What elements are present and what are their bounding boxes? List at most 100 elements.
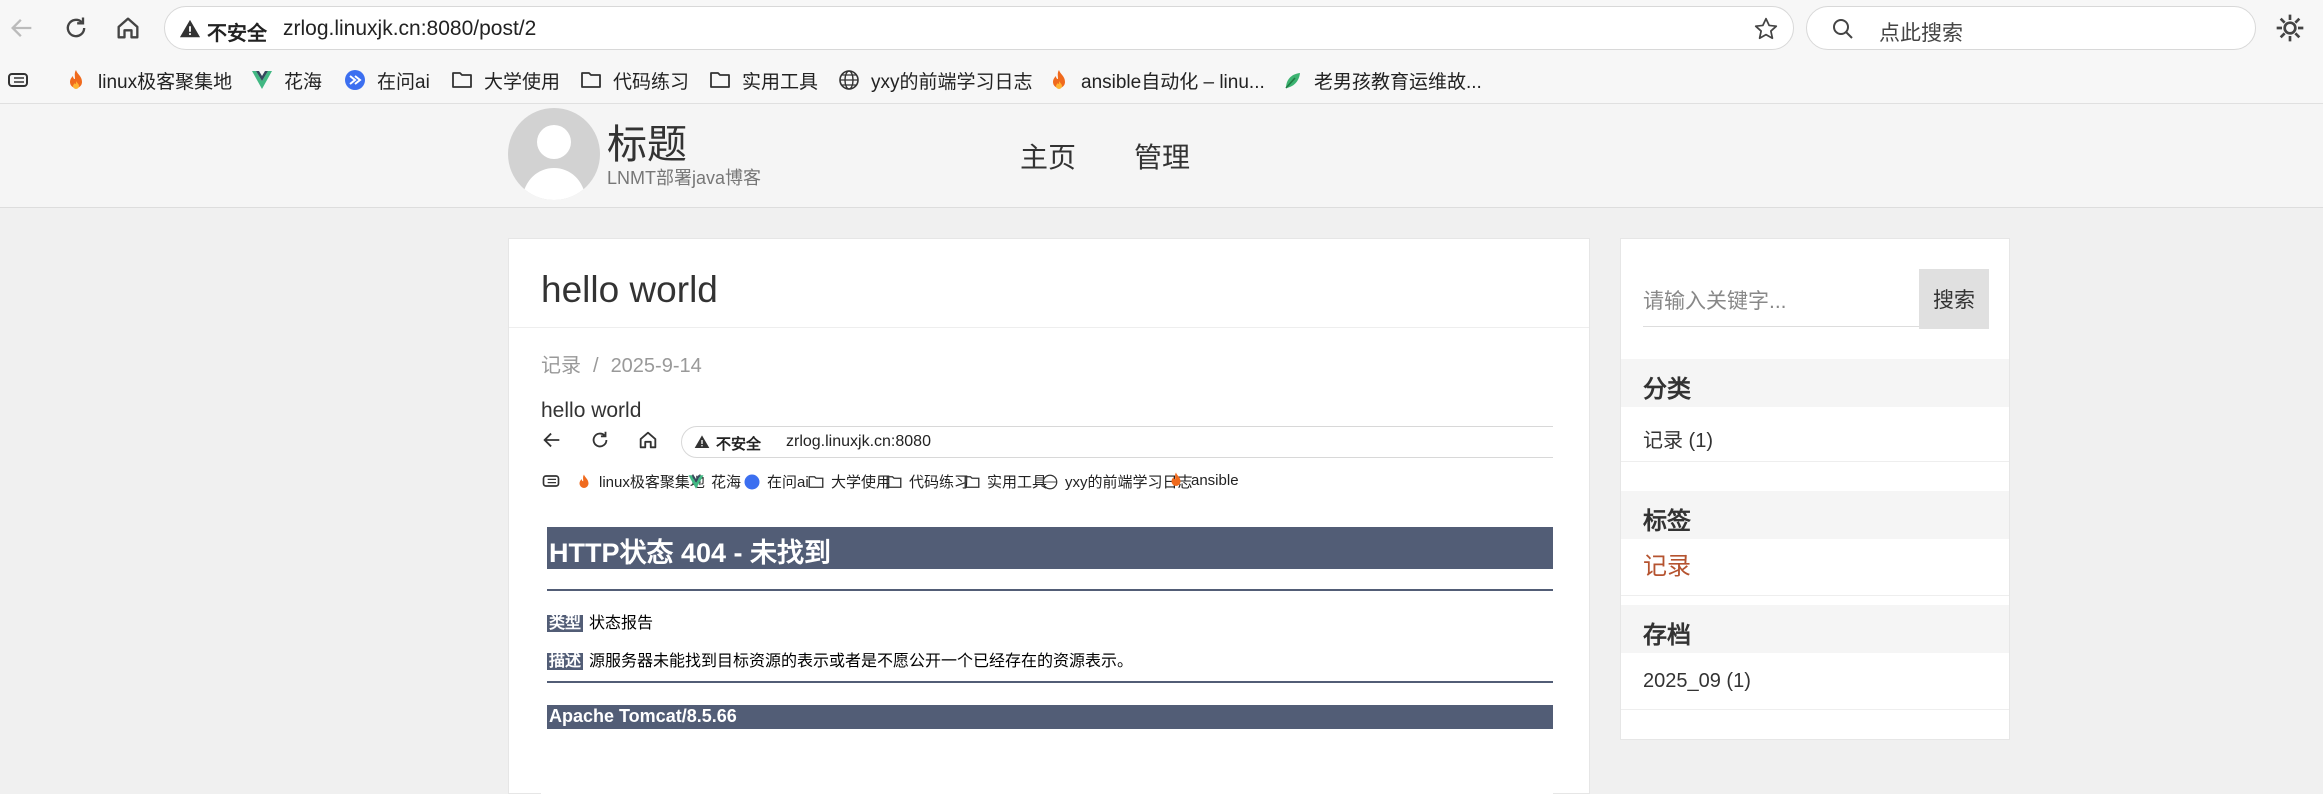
error-type-value: 状态报告	[589, 615, 654, 632]
bookmark-folder[interactable]: 大学使用	[450, 66, 560, 94]
reload-icon	[66, 17, 86, 38]
folder-icon	[452, 72, 472, 88]
extensions-gear-icon[interactable]	[2274, 12, 2306, 44]
warning-icon	[694, 435, 710, 448]
divider	[1621, 709, 2009, 710]
folder-icon	[964, 475, 980, 488]
screenshot-url: zrlog.linuxjk.cn:8080	[786, 433, 931, 450]
back-arrow-icon	[11, 19, 32, 37]
folder-icon	[581, 72, 601, 88]
vue-icon	[252, 71, 272, 89]
error-rule	[547, 589, 1553, 591]
post-meta: 记录 / 2025-9-14	[541, 349, 702, 378]
bookmark-label: ansible自动化 – linu...	[1081, 71, 1265, 93]
bookmark-item[interactable]: 花海	[250, 66, 322, 94]
flame-icon	[70, 70, 82, 89]
post-date: 2025-9-14	[610, 355, 702, 377]
bookmark-label: 大学使用	[484, 71, 561, 93]
site-header: 标题 LNMT部署java博客 主页 管理	[0, 104, 2323, 208]
post-category-link[interactable]: 记录	[541, 355, 581, 377]
categories-heading: 分类	[1621, 359, 2009, 407]
search-icon	[1833, 19, 1853, 39]
archive-heading: 存档	[1621, 605, 2009, 653]
divider	[1621, 461, 2009, 462]
bookmark-label: 花海	[284, 71, 323, 93]
screenshot-bookmark-label: 实用工具	[987, 474, 1048, 491]
tab-groups-icon	[542, 475, 560, 487]
error-type-line: 类型 状态报告	[547, 609, 653, 633]
browser-toolbar: 不安全 zrlog.linuxjk.cn:8080/post/2 点此搜索	[0, 0, 2323, 56]
bookmark-item[interactable]: ansible自动化 – linu...	[1047, 66, 1265, 94]
bookmark-item[interactable]: yxy的前端学习日志	[837, 66, 1033, 94]
screenshot-bookmark: 实用工具	[963, 471, 1047, 492]
server-version: Apache Tomcat/8.5.66	[547, 705, 1553, 729]
bookmark-item[interactable]: 在问ai	[343, 66, 430, 94]
bookmark-label: linux极客聚集地	[98, 71, 233, 93]
bookmark-item[interactable]: 老男孩教育运维故...	[1280, 66, 1482, 94]
warning-icon	[179, 19, 201, 38]
globe-icon	[839, 70, 859, 90]
tab-groups-icon	[8, 73, 28, 87]
screenshot-bookmark: 在问ai	[743, 471, 809, 492]
address-bar[interactable]: 不安全 zrlog.linuxjk.cn:8080/post/2	[164, 6, 1794, 50]
post-body-text: hello world	[541, 399, 642, 422]
folder-icon	[808, 475, 824, 488]
category-link[interactable]: 记录 (1)	[1643, 424, 1713, 453]
screenshot-bookmark-label: 花海	[711, 474, 742, 491]
archive-link[interactable]: 2025_09 (1)	[1643, 670, 1751, 693]
folder-icon	[886, 475, 902, 488]
bookmark-folder[interactable]: 实用工具	[708, 66, 818, 94]
error-desc-label: 描述	[547, 653, 584, 670]
bookmark-folder[interactable]: 代码练习	[579, 66, 689, 94]
screenshot-bookmark-label: 代码练习	[909, 474, 970, 491]
sidebar: 请输入关键字... 搜索 分类 记录 (1) 标签 记录 存档 2025_09 …	[1620, 238, 2010, 740]
bookmark-item[interactable]: linux极客聚集地	[64, 66, 232, 94]
screenshot-address-bar: 不安全 zrlog.linuxjk.cn:8080	[681, 426, 1553, 458]
avatar[interactable]	[508, 108, 600, 200]
back-button[interactable]	[4, 10, 40, 46]
tag-link[interactable]: 记录	[1643, 546, 1691, 581]
globe-icon	[1042, 474, 1058, 489]
reload-button[interactable]	[58, 10, 94, 46]
bookmark-label: 代码练习	[613, 71, 690, 93]
star-icon[interactable]	[1753, 16, 1779, 42]
error-title: HTTP状态 404 - 未找到	[547, 527, 1553, 569]
post-card: hello world 记录 / 2025-9-14 hello world 不安全…	[508, 238, 1590, 794]
screenshot-bookmark-label: 大学使用	[831, 474, 892, 491]
flame-icon	[1053, 70, 1065, 89]
screenshot-bookmark-label: 在问ai	[767, 474, 809, 491]
bookmark-label: 实用工具	[742, 71, 819, 93]
bookmark-label: 老男孩教育运维故...	[1314, 71, 1482, 93]
screenshot-bookmark: ansible	[1167, 471, 1239, 489]
error-type-label: 类型	[547, 615, 584, 632]
nav-admin-link[interactable]: 管理	[1134, 136, 1190, 176]
folder-icon	[710, 72, 730, 88]
flame-icon	[579, 474, 589, 488]
screenshot-browser-bar: 不安全 zrlog.linuxjk.cn:8080	[541, 423, 1553, 459]
error-rule	[547, 681, 1553, 683]
flame-icon	[1171, 472, 1181, 486]
screenshot-bookmark: linux极客聚集地	[575, 471, 705, 492]
user-icon	[522, 125, 586, 200]
site-subtitle: LNMT部署java博客	[607, 168, 762, 188]
ai-icon	[345, 70, 365, 90]
error-desc-line: 描述 源服务器未能找到目标资源的表示或者是不愿公开一个已经存在的资源表示。	[547, 647, 1133, 671]
screenshot-bookmark: 代码练习	[885, 471, 969, 492]
sidebar-search-input[interactable]: 请输入关键字...	[1643, 271, 1923, 327]
screenshot-bookmarks-bar: linux极客聚集地 花海 在问ai 大学使用 代码练习 实用工具 yxy的前端…	[541, 463, 1553, 497]
tab-groups-button[interactable]	[6, 66, 40, 94]
meta-separator: /	[593, 355, 599, 377]
site-title[interactable]: 标题	[607, 112, 687, 170]
post-embedded-screenshot: 不安全 zrlog.linuxjk.cn:8080 linux极客聚集地 花海 …	[541, 423, 1553, 794]
divider	[1621, 595, 2009, 596]
post-title[interactable]: hello world	[541, 269, 718, 311]
tags-heading: 标签	[1621, 491, 2009, 539]
sidebar-search-button[interactable]: 搜索	[1919, 269, 1989, 329]
bookmark-label: yxy的前端学习日志	[871, 71, 1033, 93]
browser-search-box[interactable]: 点此搜索	[1806, 6, 2256, 50]
browser-search-placeholder: 点此搜索	[1879, 22, 1963, 45]
insecure-label: 不安全	[207, 23, 267, 45]
ai-icon	[744, 474, 760, 489]
home-button[interactable]	[110, 10, 146, 46]
nav-home-link[interactable]: 主页	[1020, 136, 1076, 176]
